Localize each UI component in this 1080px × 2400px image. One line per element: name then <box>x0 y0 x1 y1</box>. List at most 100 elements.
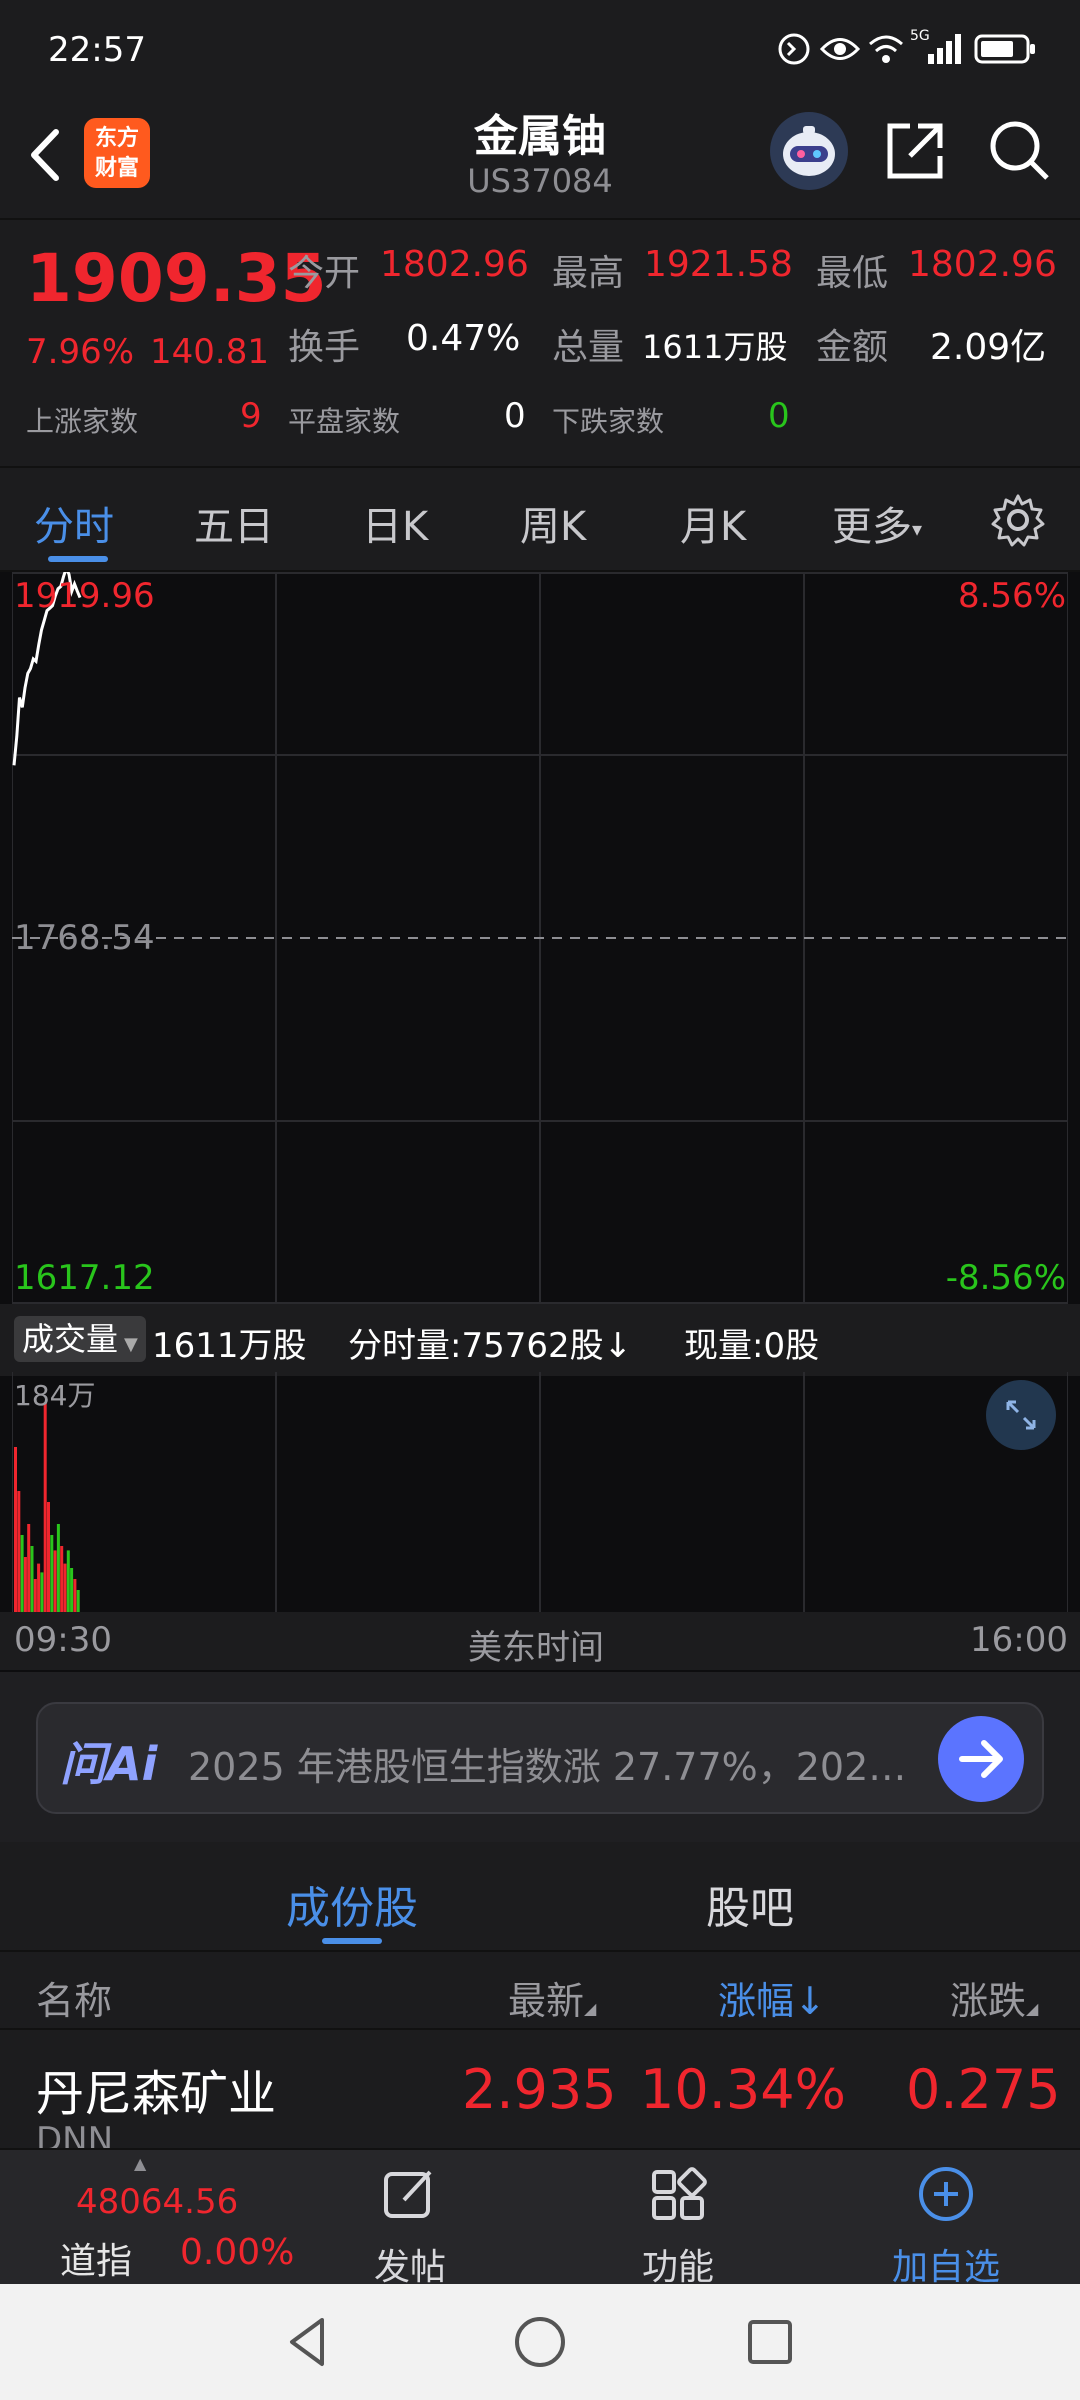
nav-functions-label: 功能 <box>641 2247 714 2288</box>
stock-code: US37084 <box>467 162 613 200</box>
share-button[interactable] <box>880 116 950 186</box>
logo-line-1: 东方 <box>94 126 139 151</box>
expand-icon <box>1006 1400 1036 1430</box>
price-chart[interactable] <box>12 572 1068 1304</box>
tab-monthly-k[interactable]: 月K <box>680 494 746 552</box>
logo-line-2: 财富 <box>94 156 139 181</box>
caret-down-icon: ▼ <box>124 1334 138 1355</box>
volume-max-label: 184万 <box>14 1379 96 1412</box>
intraday-chart-area[interactable]: 1919.96 8.56% 1768.54 1617.12 -8.56% 成交量… <box>0 572 1080 1672</box>
volume-bar <box>53 1550 57 1612</box>
low-label: 最低 <box>816 253 889 294</box>
volume-bar <box>40 1572 44 1612</box>
change-percent: 7.96% <box>26 332 135 372</box>
tab-more[interactable]: 更多▾ <box>832 494 922 552</box>
tab-intraday[interactable]: 分时 <box>34 494 114 552</box>
nav-post[interactable]: 发帖 <box>330 2164 490 2290</box>
volume-bar <box>63 1563 67 1612</box>
upper-pct-label: 8.56% <box>957 576 1066 616</box>
chevron-left-icon <box>31 129 59 181</box>
search-button[interactable] <box>985 116 1055 186</box>
share-icon <box>887 123 943 179</box>
time-end: 16:00 <box>970 1620 1068 1660</box>
index-pct: 0.00% <box>180 2232 295 2273</box>
col-latest[interactable]: 最新◢ <box>508 1970 596 2025</box>
status-bar: 22:57 5G <box>0 0 1080 90</box>
stock-latest: 2.935 <box>462 2058 617 2121</box>
volume-bar <box>47 1502 50 1612</box>
list-header: 名称 最新◢ 涨幅↓ 涨跌◢ <box>0 1952 1080 2030</box>
active-tab-indicator <box>48 556 108 562</box>
volume-bar <box>43 1403 47 1612</box>
col-change-pct[interactable]: 涨幅↓ <box>718 1970 826 2025</box>
nav-functions[interactable]: 功能 <box>598 2164 758 2290</box>
grid-icon <box>652 2167 707 2220</box>
amount-value: 2.09亿 <box>930 327 1047 368</box>
turnover-label: 换手 <box>288 327 361 368</box>
nav-post-label: 发帖 <box>373 2247 446 2288</box>
tab-more-label: 更多 <box>832 504 912 550</box>
list-item[interactable]: 丹尼森矿业 DNN 2.935 10.34% 0.275 <box>0 2032 1080 2152</box>
add-circle-icon <box>919 2167 973 2221</box>
eastmoney-logo[interactable]: 东方 财富 <box>84 118 150 188</box>
lower-pct-label: -8.56% <box>945 1258 1066 1298</box>
index-label: 道指 <box>60 2241 133 2282</box>
volume-bar <box>30 1546 34 1612</box>
ai-robot-icon[interactable] <box>770 112 848 190</box>
flat-count-label: 平盘家数 <box>288 405 401 438</box>
status-time: 22:57 <box>48 30 146 70</box>
volume-bar <box>37 1563 41 1612</box>
col-change[interactable]: 涨跌◢ <box>950 1970 1038 2025</box>
battery-icon <box>974 32 1038 66</box>
tab-forum[interactable]: 股吧 <box>706 1872 794 1936</box>
wifi-icon <box>866 32 906 66</box>
col-change-label: 涨跌 <box>950 1979 1027 2023</box>
section-tab-indicator <box>322 1938 382 1944</box>
tab-daily-k[interactable]: 日K <box>362 494 428 552</box>
ai-prompt-bar[interactable]: 问Ai 2025 年港股恒生指数涨 27.77%，2026 年… <box>36 1702 1044 1814</box>
ai-submit-button[interactable] <box>938 1716 1024 1802</box>
volume-indicator-select[interactable]: 成交量 ▼ <box>14 1316 146 1362</box>
volume-chart[interactable] <box>12 1372 1068 1612</box>
stock-change-pct: 10.34% <box>640 2058 846 2121</box>
system-back-button[interactable] <box>280 2312 340 2372</box>
triangle-back-icon <box>290 2318 324 2366</box>
tab-constituents[interactable]: 成份股 <box>286 1872 418 1936</box>
high-value: 1921.58 <box>644 244 793 285</box>
time-axis: 09:30 美东时间 16:00 <box>0 1612 1080 1670</box>
square-recents-icon <box>748 2320 792 2364</box>
stock-change: 0.275 <box>906 2058 1061 2121</box>
sort-icon: ◢ <box>1026 1999 1039 2018</box>
eye-icon <box>820 32 860 66</box>
volume-select-label: 成交量 <box>22 1320 119 1358</box>
open-label: 今开 <box>288 253 361 294</box>
search-icon <box>990 121 1049 180</box>
volume-tick: 分时量:75762股↓ <box>348 1326 633 1366</box>
tab-weekly-k[interactable]: 周K <box>520 494 586 552</box>
volume-value: 1611万股 <box>642 328 788 366</box>
quote-panel: 1909.35 7.96% 140.81 今开 1802.96 最高 1921.… <box>0 222 1080 468</box>
amount-label: 金额 <box>816 327 889 368</box>
ai-section: 问Ai 2025 年港股恒生指数涨 27.77%，2026 年… <box>0 1672 1080 1842</box>
expand-chart-button[interactable] <box>986 1380 1056 1450</box>
system-home-button[interactable] <box>510 2312 570 2372</box>
volume-bar <box>70 1568 74 1612</box>
caret-up-icon: ▲ <box>134 2154 147 2173</box>
col-name: 名称 <box>36 1979 113 2023</box>
volume-bar <box>17 1491 21 1612</box>
nav-add-watchlist[interactable]: 加自选 <box>866 2164 1026 2290</box>
nav-add-label: 加自选 <box>891 2247 1000 2288</box>
dow-index-ticker[interactable]: ▲ 48064.56 道指 0.00% <box>20 2150 294 2286</box>
change-value: 140.81 <box>150 332 269 372</box>
caret-down-icon: ▾ <box>912 517 923 541</box>
chart-settings-button[interactable] <box>990 492 1046 548</box>
system-nav-bar <box>0 2284 1080 2400</box>
system-recents-button[interactable] <box>740 2312 800 2372</box>
period-tabs: 分时 五日 日K 周K 月K 更多▾ <box>0 470 1080 572</box>
tab-five-day[interactable]: 五日 <box>194 494 274 552</box>
volume-bar <box>76 1590 80 1612</box>
ai-logo: 问Ai <box>60 1737 158 1791</box>
volume-label: 总量 <box>552 327 625 368</box>
low-value: 1802.96 <box>908 244 1057 285</box>
back-button[interactable] <box>18 120 78 190</box>
